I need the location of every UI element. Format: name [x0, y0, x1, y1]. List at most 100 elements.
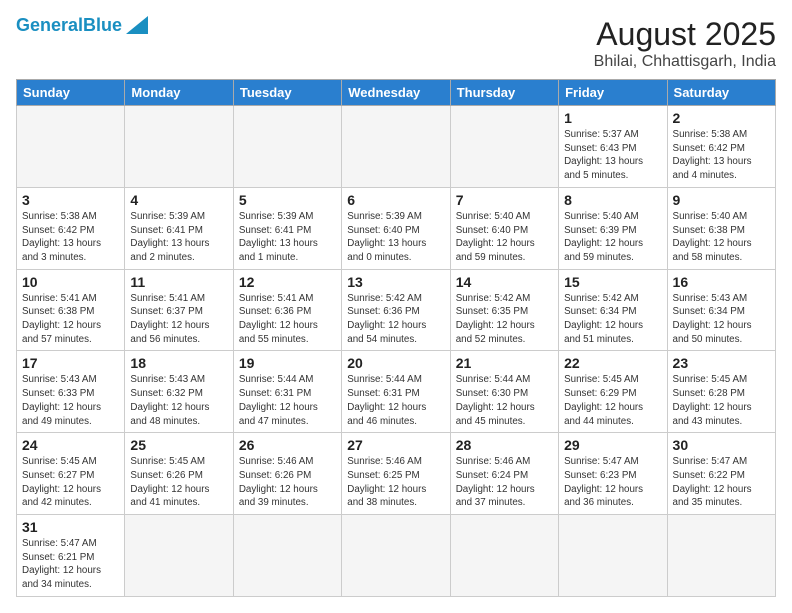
calendar-cell [559, 515, 667, 597]
title-block: August 2025 Bhilai, Chhattisgarh, India [594, 16, 776, 71]
day-info: Sunrise: 5:45 AM Sunset: 6:28 PM Dayligh… [673, 373, 770, 428]
calendar-cell: 1 Sunrise: 5:37 AM Sunset: 6:43 PM Daylig… [559, 106, 667, 188]
calendar-cell: 3Sunrise: 5:38 AM Sunset: 6:42 PM Daylig… [17, 187, 125, 269]
day-number: 9 [673, 192, 770, 208]
day-info: Sunrise: 5:44 AM Sunset: 6:31 PM Dayligh… [347, 373, 444, 428]
day-number: 20 [347, 355, 444, 371]
day-number: 21 [456, 355, 553, 371]
weekday-header-friday: Friday [559, 80, 667, 106]
weekday-header-tuesday: Tuesday [233, 80, 341, 106]
day-number: 6 [347, 192, 444, 208]
calendar-cell: 19Sunrise: 5:44 AM Sunset: 6:31 PM Dayli… [233, 351, 341, 433]
calendar-week-row: 10 Sunrise: 5:41 AM Sunset: 6:38 PM Dayli… [17, 269, 776, 351]
calendar-cell: 29 Sunrise: 5:47 AM Sunset: 6:23 PM Dayli… [559, 433, 667, 515]
calendar-cell: 20 Sunrise: 5:44 AM Sunset: 6:31 PM Dayli… [342, 351, 450, 433]
calendar-title: August 2025 [594, 16, 776, 53]
weekday-header-thursday: Thursday [450, 80, 558, 106]
day-number: 2 [673, 110, 770, 126]
calendar-subtitle: Bhilai, Chhattisgarh, India [594, 53, 776, 71]
calendar-cell: 11 Sunrise: 5:41 AM Sunset: 6:37 PM Dayli… [125, 269, 233, 351]
calendar-cell: 17 Sunrise: 5:43 AM Sunset: 6:33 PM Dayli… [17, 351, 125, 433]
day-number: 14 [456, 274, 553, 290]
logo: GeneralBlue [16, 16, 148, 36]
day-info: Sunrise: 5:40 AM Sunset: 6:38 PM Dayligh… [673, 210, 770, 265]
day-number: 11 [130, 274, 227, 290]
calendar-cell: 13 Sunrise: 5:42 AM Sunset: 6:36 PM Dayli… [342, 269, 450, 351]
day-info: Sunrise: 5:39 AM Sunset: 6:41 PM Dayligh… [239, 210, 336, 265]
day-number: 3 [22, 192, 119, 208]
calendar-cell: 8Sunrise: 5:40 AM Sunset: 6:39 PM Daylig… [559, 187, 667, 269]
calendar-cell: 28 Sunrise: 5:46 AM Sunset: 6:24 PM Dayli… [450, 433, 558, 515]
day-info: Sunrise: 5:45 AM Sunset: 6:29 PM Dayligh… [564, 373, 661, 428]
day-number: 28 [456, 437, 553, 453]
day-number: 15 [564, 274, 661, 290]
calendar-cell: 25Sunrise: 5:45 AM Sunset: 6:26 PM Dayli… [125, 433, 233, 515]
calendar-cell: 14Sunrise: 5:42 AM Sunset: 6:35 PM Dayli… [450, 269, 558, 351]
day-number: 22 [564, 355, 661, 371]
day-info: Sunrise: 5:43 AM Sunset: 6:32 PM Dayligh… [130, 373, 227, 428]
day-info: Sunrise: 5:38 AM Sunset: 6:42 PM Dayligh… [673, 128, 770, 183]
calendar-cell: 27Sunrise: 5:46 AM Sunset: 6:25 PM Dayli… [342, 433, 450, 515]
weekday-header-sunday: Sunday [17, 80, 125, 106]
calendar-cell: 22 Sunrise: 5:45 AM Sunset: 6:29 PM Dayli… [559, 351, 667, 433]
day-number: 29 [564, 437, 661, 453]
calendar-cell: 12 Sunrise: 5:41 AM Sunset: 6:36 PM Dayli… [233, 269, 341, 351]
day-info: Sunrise: 5:41 AM Sunset: 6:36 PM Dayligh… [239, 292, 336, 347]
calendar-cell [233, 515, 341, 597]
calendar-week-row: 24Sunrise: 5:45 AM Sunset: 6:27 PM Dayli… [17, 433, 776, 515]
calendar-cell [125, 106, 233, 188]
day-info: Sunrise: 5:41 AM Sunset: 6:38 PM Dayligh… [22, 292, 119, 347]
day-number: 30 [673, 437, 770, 453]
calendar-cell [342, 515, 450, 597]
day-number: 24 [22, 437, 119, 453]
day-number: 26 [239, 437, 336, 453]
day-number: 18 [130, 355, 227, 371]
day-number: 1 [564, 110, 661, 126]
calendar-cell [667, 515, 775, 597]
calendar-cell: 30 Sunrise: 5:47 AM Sunset: 6:22 PM Dayli… [667, 433, 775, 515]
calendar-cell [125, 515, 233, 597]
day-info: Sunrise: 5:42 AM Sunset: 6:36 PM Dayligh… [347, 292, 444, 347]
day-number: 16 [673, 274, 770, 290]
calendar-cell [233, 106, 341, 188]
day-info: Sunrise: 5:39 AM Sunset: 6:40 PM Dayligh… [347, 210, 444, 265]
day-info: Sunrise: 5:39 AM Sunset: 6:41 PM Dayligh… [130, 210, 227, 265]
calendar-cell: 7Sunrise: 5:40 AM Sunset: 6:40 PM Daylig… [450, 187, 558, 269]
calendar-week-row: 1 Sunrise: 5:37 AM Sunset: 6:43 PM Daylig… [17, 106, 776, 188]
calendar-cell: 2 Sunrise: 5:38 AM Sunset: 6:42 PM Daylig… [667, 106, 775, 188]
day-number: 17 [22, 355, 119, 371]
day-number: 25 [130, 437, 227, 453]
calendar-cell: 4 Sunrise: 5:39 AM Sunset: 6:41 PM Daylig… [125, 187, 233, 269]
day-number: 4 [130, 192, 227, 208]
day-info: Sunrise: 5:46 AM Sunset: 6:24 PM Dayligh… [456, 455, 553, 510]
calendar-cell: 5Sunrise: 5:39 AM Sunset: 6:41 PM Daylig… [233, 187, 341, 269]
day-number: 19 [239, 355, 336, 371]
calendar-week-row: 31Sunrise: 5:47 AM Sunset: 6:21 PM Dayli… [17, 515, 776, 597]
calendar-week-row: 17 Sunrise: 5:43 AM Sunset: 6:33 PM Dayli… [17, 351, 776, 433]
calendar-cell [450, 106, 558, 188]
calendar-cell: 9 Sunrise: 5:40 AM Sunset: 6:38 PM Daylig… [667, 187, 775, 269]
calendar-cell: 26Sunrise: 5:46 AM Sunset: 6:26 PM Dayli… [233, 433, 341, 515]
day-number: 10 [22, 274, 119, 290]
day-info: Sunrise: 5:47 AM Sunset: 6:22 PM Dayligh… [673, 455, 770, 510]
calendar-cell: 24Sunrise: 5:45 AM Sunset: 6:27 PM Dayli… [17, 433, 125, 515]
day-info: Sunrise: 5:41 AM Sunset: 6:37 PM Dayligh… [130, 292, 227, 347]
calendar-cell [342, 106, 450, 188]
day-info: Sunrise: 5:46 AM Sunset: 6:25 PM Dayligh… [347, 455, 444, 510]
day-info: Sunrise: 5:47 AM Sunset: 6:21 PM Dayligh… [22, 537, 119, 592]
day-number: 13 [347, 274, 444, 290]
calendar-cell: 21Sunrise: 5:44 AM Sunset: 6:30 PM Dayli… [450, 351, 558, 433]
day-info: Sunrise: 5:40 AM Sunset: 6:40 PM Dayligh… [456, 210, 553, 265]
day-info: Sunrise: 5:37 AM Sunset: 6:43 PM Dayligh… [564, 128, 661, 183]
weekday-header-saturday: Saturday [667, 80, 775, 106]
calendar-cell: 31Sunrise: 5:47 AM Sunset: 6:21 PM Dayli… [17, 515, 125, 597]
weekday-header-wednesday: Wednesday [342, 80, 450, 106]
calendar-cell: 10 Sunrise: 5:41 AM Sunset: 6:38 PM Dayli… [17, 269, 125, 351]
weekday-header-monday: Monday [125, 80, 233, 106]
day-info: Sunrise: 5:43 AM Sunset: 6:33 PM Dayligh… [22, 373, 119, 428]
calendar-cell: 6 Sunrise: 5:39 AM Sunset: 6:40 PM Daylig… [342, 187, 450, 269]
day-info: Sunrise: 5:47 AM Sunset: 6:23 PM Dayligh… [564, 455, 661, 510]
calendar-cell: 18 Sunrise: 5:43 AM Sunset: 6:32 PM Dayli… [125, 351, 233, 433]
page-header: GeneralBlue August 2025 Bhilai, Chhattis… [16, 16, 776, 71]
day-number: 12 [239, 274, 336, 290]
